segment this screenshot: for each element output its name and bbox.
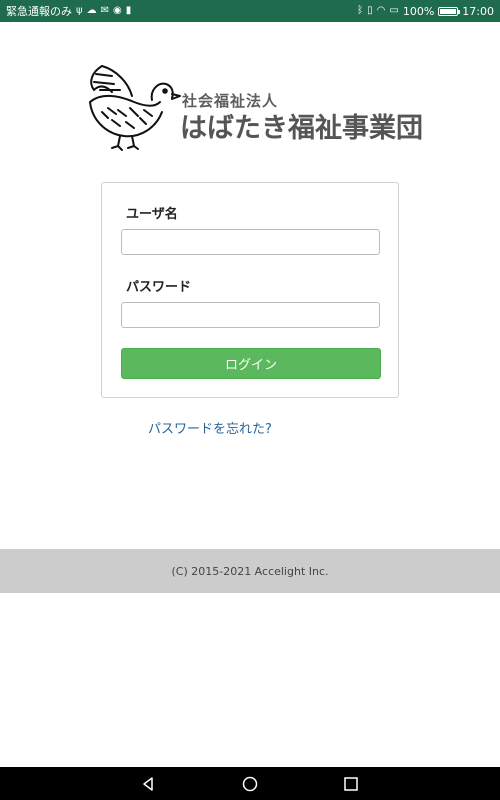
status-bar: 緊急通報のみ ψ ☁ ✉ ◉ ▮ ᛒ ▯ ◠ ▭ 100% 17:00: [0, 0, 500, 22]
password-input[interactable]: [121, 302, 380, 328]
sim-icon: ▭: [389, 5, 399, 16]
wifi-icon: ◠: [376, 5, 386, 16]
bluetooth-icon: ᛒ: [357, 5, 364, 16]
login-panel: ユーザ名 パスワード ログイン: [101, 182, 399, 398]
organization-logo: 社会福祉法人 はばたき福祉事業団: [82, 62, 423, 154]
mail-icon: ✉: [100, 5, 109, 16]
username-input[interactable]: [121, 229, 380, 255]
recents-button[interactable]: [331, 767, 371, 800]
password-label: パスワード: [126, 280, 192, 295]
username-label: ユーザ名: [126, 207, 178, 222]
carrier-text: 緊急通報のみ: [6, 5, 72, 18]
status-bar-left: 緊急通報のみ ψ ☁ ✉ ◉ ▮: [6, 3, 131, 19]
home-icon: [242, 776, 258, 791]
recents-icon: [344, 776, 358, 791]
back-button[interactable]: [128, 767, 168, 800]
copyright-text: (C) 2015-2021 Accelight Inc.: [171, 564, 329, 578]
clock: 17:00: [462, 4, 494, 18]
notification-icon: ▮: [125, 5, 132, 16]
back-icon: [143, 776, 153, 791]
bird-logo-icon: [89, 65, 181, 151]
navigation-bar: [0, 767, 500, 800]
organization-name: はばたき福祉事業団: [180, 113, 423, 144]
battery-icon: [438, 6, 461, 16]
login-button[interactable]: ログイン: [121, 348, 381, 379]
battery-fill: [440, 8, 457, 14]
usb-icon: ψ: [76, 5, 83, 16]
cloud-icon: ☁: [86, 5, 97, 16]
status-bar-right: ᛒ ▯ ◠ ▭ 100% 17:00: [357, 5, 494, 18]
vibrate-icon: ▯: [367, 5, 373, 16]
forgot-password-link[interactable]: パスワードを忘れた?: [148, 418, 272, 437]
home-button[interactable]: [230, 767, 270, 800]
footer: (C) 2015-2021 Accelight Inc.: [0, 549, 500, 593]
sync-icon: ◉: [113, 5, 122, 16]
battery-percent: 100%: [402, 4, 435, 18]
login-button-label: ログイン: [224, 358, 277, 373]
